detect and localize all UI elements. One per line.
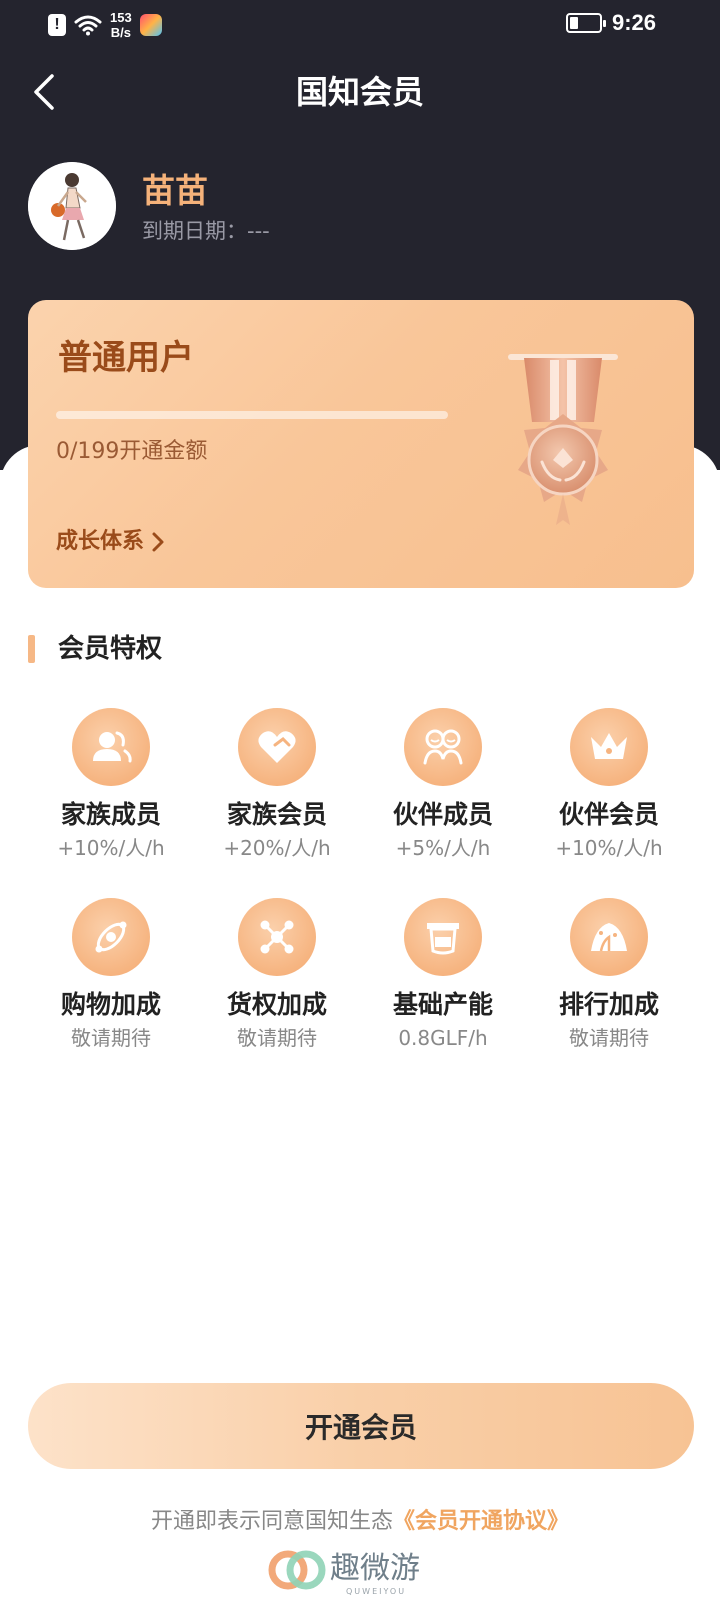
heart-handshake-icon bbox=[238, 708, 316, 786]
network-speed-unit: B/s bbox=[110, 25, 131, 40]
perk-value: +10%/人/h bbox=[555, 836, 663, 860]
bronze-medal-icon bbox=[508, 354, 618, 525]
perk-item[interactable]: 排行加成 敬请期待 bbox=[526, 898, 692, 1052]
perk-item[interactable]: 家族成员 +10%/人/h bbox=[28, 708, 194, 862]
battery-icon bbox=[565, 13, 606, 33]
open-membership-button[interactable]: 开通会员 bbox=[28, 1383, 694, 1469]
membership-level-card: 普通用户 0/199开通金额 成长体系 bbox=[28, 300, 694, 588]
perk-item[interactable]: 家族会员 +20%/人/h bbox=[194, 708, 360, 862]
perk-value: 敬请期待 bbox=[237, 1026, 317, 1050]
agreement-link[interactable]: 《会员开通协议》 bbox=[393, 1509, 569, 1534]
level-progress-bar bbox=[56, 411, 448, 419]
expire-date: 到期日期： --- bbox=[142, 216, 270, 246]
wifi-icon bbox=[74, 15, 102, 36]
growth-system-label: 成长体系 bbox=[56, 529, 145, 554]
agreement-text: 开通即表示同意国知生态《会员开通协议》 bbox=[0, 1506, 720, 1538]
status-time: 9:26 bbox=[611, 10, 656, 35]
watermark-text: 趣微游 bbox=[330, 1551, 420, 1586]
capacity-icon bbox=[404, 898, 482, 976]
perk-name: 家族会员 bbox=[226, 800, 327, 829]
perk-item[interactable]: 购物加成 敬请期待 bbox=[28, 898, 194, 1052]
perk-value: 敬请期待 bbox=[569, 1026, 649, 1050]
status-bar: ! 153 B/s 9:26 bbox=[0, 0, 720, 48]
perk-value: 敬请期待 bbox=[71, 1026, 151, 1050]
perk-name: 货权加成 bbox=[226, 990, 327, 1019]
avatar-illustration-icon bbox=[28, 162, 116, 250]
status-bar-right: 9:26 bbox=[565, 10, 656, 36]
perk-name: 伙伴成员 bbox=[392, 800, 493, 829]
user-group-icon bbox=[72, 708, 150, 786]
level-name: 普通用户 bbox=[58, 338, 194, 378]
expire-label: 到期日期： bbox=[142, 219, 247, 243]
growth-system-link[interactable]: 成长体系 bbox=[56, 526, 166, 558]
username: 苗苗 bbox=[142, 171, 208, 210]
perk-name: 伙伴会员 bbox=[558, 800, 659, 829]
perk-value: +5%/人/h bbox=[395, 836, 491, 860]
chevron-right-icon bbox=[152, 532, 164, 552]
perk-item[interactable]: 货权加成 敬请期待 bbox=[194, 898, 360, 1052]
expire-value: --- bbox=[247, 219, 270, 243]
perk-value: +10%/人/h bbox=[57, 836, 165, 860]
section-indicator bbox=[28, 635, 35, 663]
network-icon bbox=[238, 898, 316, 976]
level-progress-text: 0/199开通金额 bbox=[56, 439, 208, 464]
perk-value: +20%/人/h bbox=[223, 836, 331, 860]
app-notification-icon bbox=[139, 14, 162, 36]
watermark-logo: 趣微游 QUWEIYOU bbox=[268, 1550, 420, 1596]
page-title: 国知会员 bbox=[295, 73, 424, 111]
perk-item[interactable]: 基础产能 0.8GLF/h bbox=[360, 898, 526, 1052]
network-speed-value: 153 bbox=[110, 10, 132, 25]
perk-value: 0.8GLF/h bbox=[398, 1026, 488, 1050]
watermark-subtext: QUWEIYOU bbox=[346, 1587, 406, 1596]
network-speed: 153 B/s bbox=[110, 10, 132, 40]
perk-name: 家族成员 bbox=[60, 800, 161, 829]
status-bar-left: ! 153 B/s bbox=[48, 10, 162, 40]
perk-name: 基础产能 bbox=[392, 990, 493, 1019]
avatar[interactable] bbox=[28, 162, 116, 250]
notification-icon: ! bbox=[48, 14, 66, 36]
tent-icon bbox=[570, 898, 648, 976]
section-title-privileges: 会员特权 bbox=[58, 634, 163, 664]
partners-icon bbox=[404, 708, 482, 786]
perk-name: 购物加成 bbox=[60, 990, 161, 1019]
perk-name: 排行加成 bbox=[558, 990, 659, 1019]
agreement-prefix: 开通即表示同意国知生态 bbox=[150, 1509, 393, 1534]
perk-item[interactable]: 伙伴成员 +5%/人/h bbox=[360, 708, 526, 862]
crown-icon bbox=[570, 708, 648, 786]
perk-item[interactable]: 伙伴会员 +10%/人/h bbox=[526, 708, 692, 862]
orbit-icon bbox=[72, 898, 150, 976]
